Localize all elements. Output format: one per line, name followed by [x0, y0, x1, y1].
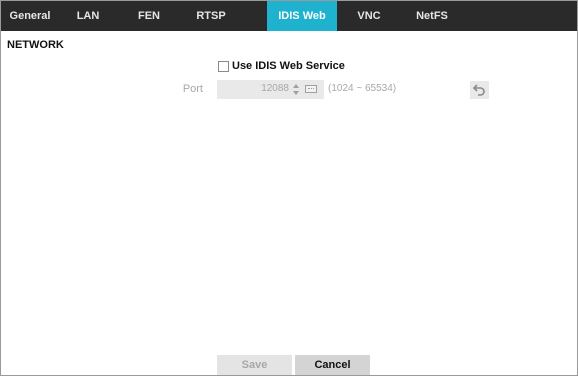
tab-rtsp[interactable]: RTSP	[182, 1, 240, 31]
save-button[interactable]: Save	[217, 355, 292, 375]
cancel-button[interactable]: Cancel	[295, 355, 370, 375]
spin-down-icon[interactable]	[293, 91, 299, 95]
use-idis-web-service-label: Use IDIS Web Service	[232, 60, 345, 72]
tab-fen[interactable]: FEN	[120, 1, 178, 31]
section-title: NETWORK	[7, 39, 64, 51]
port-range: (1024 ~ 65534)	[328, 83, 397, 94]
tab-netfs[interactable]: NetFS	[403, 1, 461, 31]
spinner-icon[interactable]	[293, 82, 299, 97]
keyboard-icon[interactable]	[305, 85, 317, 93]
port-label: Port	[182, 83, 203, 95]
tab-idis-web[interactable]: IDIS Web	[267, 1, 337, 31]
port-input[interactable]: 12088	[217, 80, 324, 99]
undo-icon	[473, 84, 485, 96]
tab-bar: General LAN FEN RTSP IDIS Web VNC NetFS	[1, 1, 577, 31]
port-value: 12088	[261, 83, 289, 94]
tab-vnc[interactable]: VNC	[340, 1, 398, 31]
settings-dialog: General LAN FEN RTSP IDIS Web VNC NetFS …	[0, 0, 578, 376]
reset-button[interactable]	[470, 81, 489, 99]
tab-lan[interactable]: LAN	[59, 1, 117, 31]
use-idis-web-service-row[interactable]: Use IDIS Web Service	[218, 59, 345, 73]
spin-up-icon[interactable]	[293, 84, 299, 88]
use-idis-web-service-checkbox[interactable]	[218, 60, 229, 72]
tab-general[interactable]: General	[1, 1, 59, 31]
